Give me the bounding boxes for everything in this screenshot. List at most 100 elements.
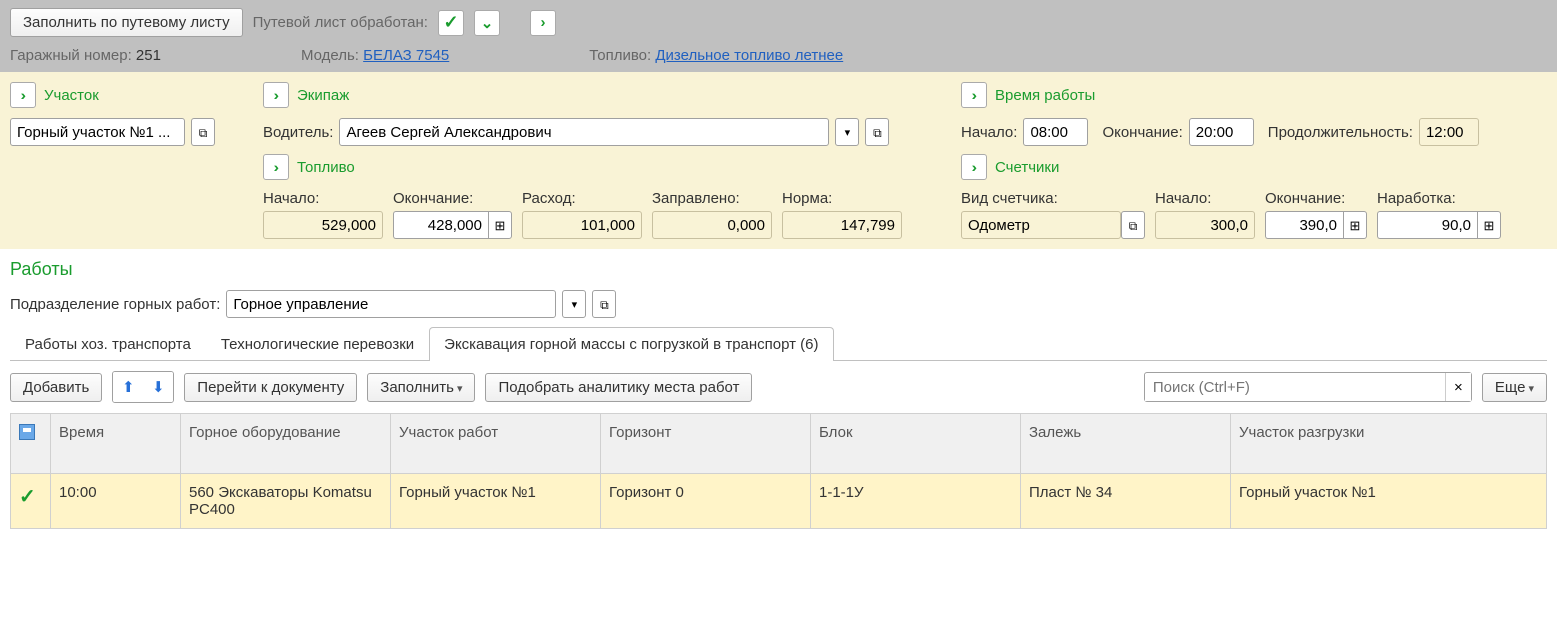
counter-type-open-button[interactable] [1121,211,1145,239]
processed-label: Путевой лист обработан: [253,14,428,31]
col-unload-area[interactable]: Участок разгрузки [1231,414,1547,474]
time-end-input[interactable] [1189,118,1254,146]
section-time-counters: Время работы Начало: Окончание: Продолжи… [961,82,1547,239]
search-wrap: × [1144,372,1472,402]
pick-analytics-button[interactable]: Подобрать аналитику места работ [485,373,752,402]
counter-end-input[interactable] [1265,211,1343,239]
counter-type-label: Вид счетчика: [961,190,1145,207]
col-deposit[interactable]: Залежь [1021,414,1231,474]
section-area-toggle[interactable] [10,82,36,108]
cell-area: Горный участок №1 [391,474,601,529]
move-up-button[interactable]: ⬆ [113,372,143,402]
add-button[interactable]: Добавить [10,373,102,402]
arrow-up-icon: ⬆ [122,378,135,396]
time-start-input[interactable] [1023,118,1088,146]
check-icon: ✓ [443,12,458,33]
area-input[interactable] [10,118,185,146]
section-crew-title: Экипаж [297,87,349,104]
time-end-label: Окончание: [1102,124,1182,141]
col-horizon[interactable]: Горизонт [601,414,811,474]
section-crew-fuel: Экипаж Водитель: ▾ Топливо Начало: Оконч… [263,82,953,239]
col-equipment[interactable]: Горное оборудование [181,414,391,474]
driver-open-button[interactable] [865,118,889,146]
fuel-refueled-label: Заправлено: [652,190,772,207]
search-input[interactable] [1145,374,1445,401]
table-row[interactable]: ✓ 10:00 560 Экскаваторы Komatsu PC400 Го… [11,474,1547,529]
fill-by-waybill-button[interactable]: Заполнить по путевому листу [10,8,243,37]
chevron-right-icon [274,87,279,104]
garage-number-value: 251 [136,47,161,64]
fuel-norm-value [782,211,902,239]
chevron-right-icon [274,159,279,176]
open-icon [600,296,609,313]
section-counters-toggle[interactable] [961,154,987,180]
section-crew-toggle[interactable] [263,82,289,108]
counter-start-label: Начало: [1155,190,1255,207]
chevron-right-icon: › [540,14,545,31]
works-section: Работы Подразделение горных работ: ▾ Раб… [0,249,1557,539]
driver-input[interactable] [339,118,829,146]
arrow-down-icon: ⬇ [152,378,165,396]
division-input[interactable] [226,290,556,318]
driver-dropdown-button[interactable]: ▾ [835,118,859,146]
calculator-icon [1484,217,1495,234]
fuel-type-link[interactable]: Дизельное топливо летнее [655,47,843,64]
cell-horizon: Горизонт 0 [601,474,811,529]
move-down-button[interactable]: ⬇ [143,372,173,402]
garage-number-label: Гаражный номер: [10,47,132,64]
model-label: Модель: [301,47,359,64]
fuel-consumption-label: Расход: [522,190,642,207]
model-link[interactable]: БЕЛАЗ 7545 [363,47,449,64]
fuel-end-label: Окончание: [393,190,512,207]
section-time-title: Время работы [995,87,1095,104]
division-label: Подразделение горных работ: [10,296,220,313]
fuel-end-calc-button[interactable] [488,211,512,239]
sections-band: Участок Экипаж Водитель: ▾ Топливо Начал… [0,72,1557,249]
fuel-type-label: Топливо: [589,47,651,64]
calculator-icon [1350,217,1361,234]
works-tabs: Работы хоз. транспорта Технологические п… [10,326,1547,361]
area-open-button[interactable] [191,118,215,146]
counter-output-input[interactable] [1377,211,1477,239]
search-clear-button[interactable]: × [1445,373,1471,401]
section-time-toggle[interactable] [961,82,987,108]
fill-button[interactable]: Заполнить [367,373,475,402]
cell-deposit: Пласт № 34 [1021,474,1231,529]
goto-document-button[interactable]: Перейти к документу [184,373,357,402]
fuel-refueled-value [652,211,772,239]
open-icon [1129,217,1138,234]
fuel-start-value [263,211,383,239]
check-icon: ✓ [19,486,36,508]
section-fuel-title: Топливо [297,159,355,176]
fuel-start-label: Начало: [263,190,383,207]
col-time[interactable]: Время [51,414,181,474]
col-save[interactable] [11,414,51,474]
fuel-end-input[interactable] [393,211,488,239]
time-duration-label: Продолжительность: [1268,124,1413,141]
col-area[interactable]: Участок работ [391,414,601,474]
section-counters-title: Счетчики [995,159,1059,176]
more-button[interactable]: Еще [1482,373,1547,402]
division-open-button[interactable] [592,290,616,318]
counter-type-value [961,211,1121,239]
open-icon [199,124,208,141]
division-dropdown-button[interactable]: ▾ [562,290,586,318]
processed-next-button[interactable]: › [530,10,556,36]
tab-tech-transport[interactable]: Технологические перевозки [206,327,429,361]
time-duration-value [1419,118,1479,146]
col-block[interactable]: Блок [811,414,1021,474]
section-fuel-toggle[interactable] [263,154,289,180]
tab-excavation[interactable]: Экскавация горной массы с погрузкой в тр… [429,327,833,361]
chevron-right-icon [972,87,977,104]
close-icon: × [1454,379,1463,396]
cell-block: 1-1-1У [811,474,1021,529]
open-icon [873,124,882,141]
chevron-right-icon [972,159,977,176]
processed-expand-button[interactable]: ⌄ [474,10,500,36]
tab-transport-works[interactable]: Работы хоз. транспорта [10,327,206,361]
time-start-label: Начало: [961,124,1017,141]
processed-checkbox[interactable]: ✓ [438,10,464,36]
counter-output-calc-button[interactable] [1477,211,1501,239]
counter-end-calc-button[interactable] [1343,211,1367,239]
section-area: Участок [10,82,255,239]
